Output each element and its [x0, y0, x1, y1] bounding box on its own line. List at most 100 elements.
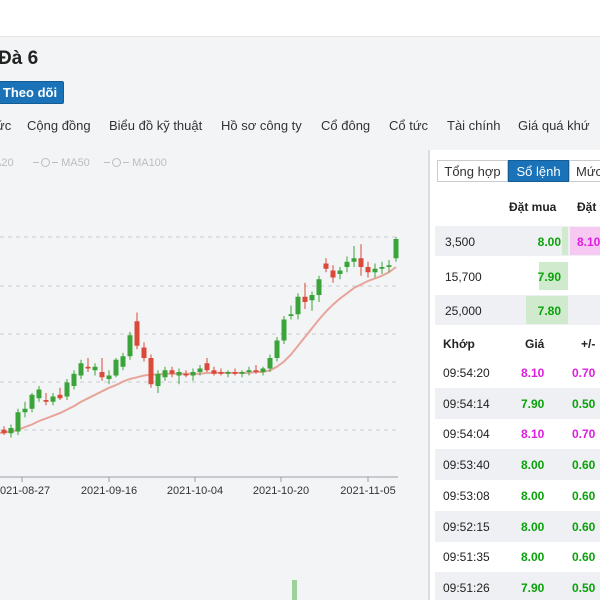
bid-volume-bar	[561, 227, 568, 255]
candlestick-chart[interactable]: 2021-08-27 2021-09-16 2021-10-04 2021-10-20…	[0, 150, 428, 600]
candle-body[interactable]	[281, 319, 287, 341]
candle-body[interactable]	[386, 265, 392, 267]
candle-body[interactable]	[120, 356, 126, 367]
matched-time: 09:54:14	[443, 396, 490, 411]
x-tick-label: 2021-08-27	[0, 485, 50, 497]
matched-row: 09:54:20 8.10 0.70	[435, 357, 600, 388]
candle-body[interactable]	[50, 396, 56, 402]
matched-time: 09:54:04	[443, 427, 490, 442]
candle-body[interactable]	[344, 261, 350, 267]
candle-body[interactable]	[302, 296, 308, 302]
x-tick-label: 2021-11-05	[340, 485, 395, 497]
candle-body[interactable]	[393, 239, 399, 259]
matched-change: 0.70	[572, 427, 596, 442]
orderbook-volume: 3,500	[445, 235, 476, 249]
candle-body[interactable]	[29, 394, 35, 409]
candle-body[interactable]	[43, 400, 49, 402]
candle-body[interactable]	[274, 340, 280, 359]
follow-button[interactable]: Theo dõi	[0, 81, 64, 104]
candle-body[interactable]	[330, 270, 336, 278]
candle-body[interactable]	[57, 394, 63, 399]
candle-body[interactable]	[197, 368, 203, 373]
stock-title: Đà 6	[0, 48, 39, 69]
nav-item-financials[interactable]: Tài chính	[447, 118, 500, 133]
bid-price[interactable]: 7.90	[527, 270, 561, 284]
candle-body[interactable]	[1, 429, 7, 434]
candle-body[interactable]	[288, 314, 294, 316]
matched-time: 09:51:26	[443, 580, 490, 595]
candle-body[interactable]	[379, 267, 385, 269]
candle-body[interactable]	[71, 373, 77, 386]
tab-orderbook[interactable]: Sổ lệnh	[508, 160, 569, 182]
candle-body[interactable]	[85, 366, 91, 369]
tab-price-levels[interactable]: Mức	[569, 160, 600, 182]
candle-body[interactable]	[225, 372, 231, 374]
matched-price: 8.00	[521, 488, 545, 503]
nav-item-dividends[interactable]: Cổ tức	[389, 118, 428, 133]
candle-body[interactable]	[78, 363, 84, 376]
volume-bar	[292, 580, 297, 600]
candle-body[interactable]	[183, 373, 189, 376]
bid-price[interactable]: 8.00	[527, 235, 561, 249]
candle-body[interactable]	[295, 296, 301, 315]
candle-body[interactable]	[358, 258, 364, 267]
candle-body[interactable]	[365, 267, 371, 273]
bid-header: Đặt mua	[509, 200, 557, 214]
candle-body[interactable]	[162, 370, 168, 378]
candle-body[interactable]	[148, 358, 154, 385]
tab-summary[interactable]: Tổng hợp	[437, 160, 508, 182]
candle-body[interactable]	[64, 382, 70, 397]
x-tick-label: 2021-10-20	[253, 485, 309, 497]
candle-body[interactable]	[8, 428, 14, 434]
bid-price[interactable]: 7.80	[527, 304, 561, 318]
grid-lines	[0, 236, 398, 431]
candle-body[interactable]	[316, 279, 322, 295]
matched-change: 0.60	[572, 519, 596, 534]
candle-body[interactable]	[204, 363, 210, 371]
candle-body[interactable]	[351, 258, 357, 262]
candle-body[interactable]	[260, 368, 266, 373]
candle-body[interactable]	[218, 372, 224, 374]
candle-body[interactable]	[309, 295, 315, 301]
orderbook-row: 25,000 7.80	[435, 295, 600, 325]
nav-item-community[interactable]: Cộng đồng	[27, 118, 91, 133]
candle-body[interactable]	[141, 347, 147, 359]
candle-body[interactable]	[22, 408, 28, 413]
candle-body[interactable]	[232, 372, 238, 374]
candle-body[interactable]	[99, 372, 105, 378]
matched-change-header: +/-	[581, 337, 596, 351]
candle-body[interactable]	[372, 268, 378, 273]
candle-body[interactable]	[106, 375, 112, 380]
candle-body[interactable]	[267, 358, 273, 369]
candles	[1, 237, 399, 438]
nav-item-technical-chart[interactable]: Biểu đồ kỹ thuật	[109, 118, 202, 133]
candle-body[interactable]	[92, 366, 98, 371]
candle-body[interactable]	[113, 359, 119, 376]
matched-change: 0.60	[572, 458, 596, 473]
candle-body[interactable]	[15, 412, 21, 432]
matched-row: 09:53:08 8.00 0.60	[435, 480, 600, 511]
x-tick-label: 2021-09-16	[81, 485, 137, 497]
matched-row: 09:52:15 8.00 0.60	[435, 510, 600, 542]
candle-body[interactable]	[253, 370, 259, 372]
candle-body[interactable]	[337, 270, 343, 275]
candle-body[interactable]	[155, 373, 161, 386]
ask-price[interactable]: 8.10	[577, 235, 600, 249]
candle-body[interactable]	[239, 372, 245, 374]
candle-body[interactable]	[323, 263, 329, 269]
matched-row: 09:54:14 7.90 0.50	[435, 387, 600, 419]
nav-item-overview[interactable]: ức	[0, 118, 11, 133]
candle-body[interactable]	[169, 370, 175, 374]
candle-body[interactable]	[127, 335, 133, 357]
nav-item-shareholders[interactable]: Cổ đông	[321, 118, 370, 133]
stock-nav: ức Cộng đồng Biểu đồ kỹ thuật Hồ sơ công…	[0, 113, 600, 141]
matched-row: 09:54:04 8.10 0.70	[435, 418, 600, 449]
candle-body[interactable]	[211, 370, 217, 374]
candle-body[interactable]	[176, 372, 182, 376]
candle-body[interactable]	[190, 372, 196, 376]
candle-body[interactable]	[36, 389, 42, 399]
candle-body[interactable]	[134, 321, 140, 346]
candle-body[interactable]	[246, 370, 252, 372]
nav-item-company-profile[interactable]: Hồ sơ công ty	[221, 118, 302, 133]
nav-item-price-history[interactable]: Giá quá khứ	[518, 118, 590, 133]
